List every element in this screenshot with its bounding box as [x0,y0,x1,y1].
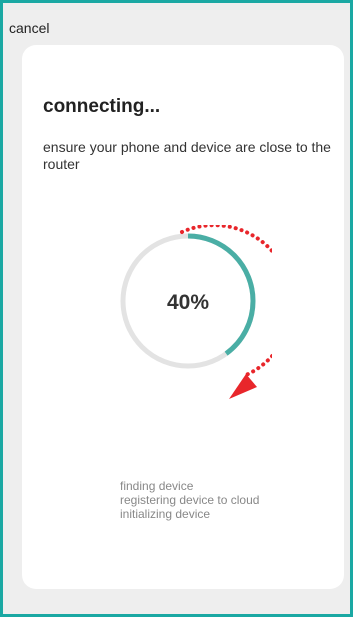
connecting-card: connecting... ensure your phone and devi… [22,45,344,589]
cancel-button[interactable]: cancel [9,20,49,36]
instruction-text: ensure your phone and device are close t… [43,139,331,172]
page-title: connecting... [43,96,161,117]
step-item: finding device [120,479,194,493]
screen-frame: cancel connecting... ensure your phone a… [0,0,353,617]
step-item: initializing device [120,507,211,521]
connection-steps: finding device registering device to clo… [120,479,259,521]
arrow-head-icon [229,374,257,399]
progress-percent: 40% [167,291,209,314]
progress-ring: 40% [120,225,272,399]
step-item: registering device to cloud [120,493,260,507]
